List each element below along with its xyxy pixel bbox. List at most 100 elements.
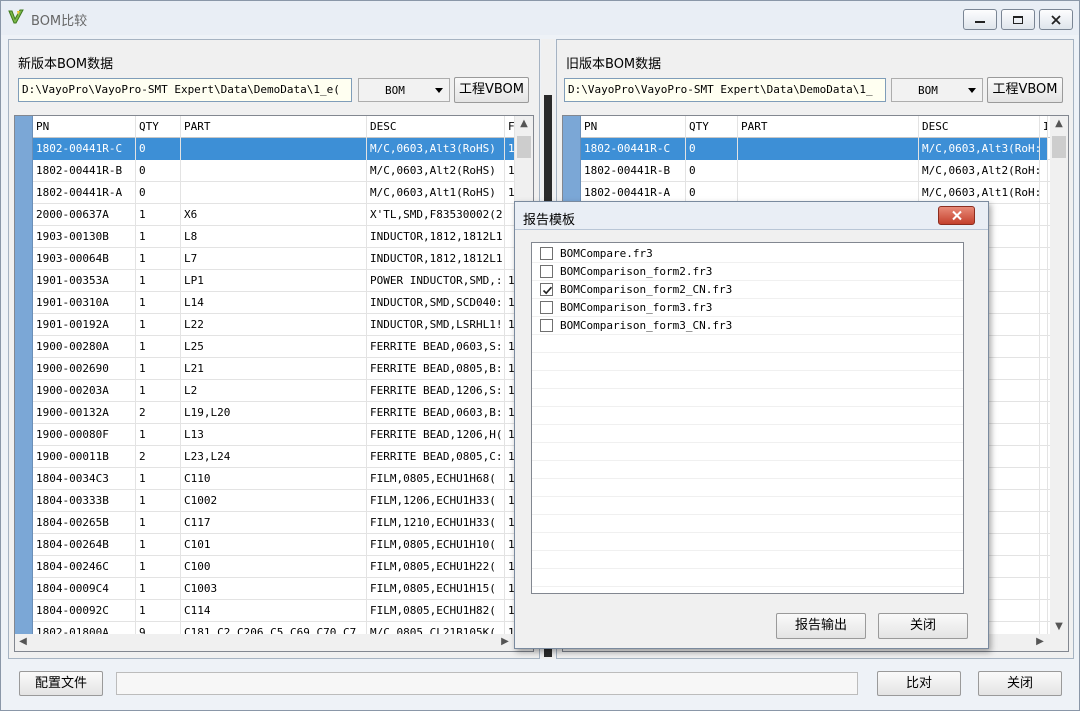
- cell-part[interactable]: C101: [181, 534, 367, 556]
- cell-i[interactable]: [1040, 490, 1048, 512]
- table-row[interactable]: 1804-00264B 1 C101 FILM,0805,ECHU1H10(1: [15, 534, 515, 556]
- old-bom-path-field[interactable]: D:\VayoPro\VayoPro-SMT Expert\Data\DemoD…: [564, 78, 886, 102]
- cell-qty[interactable]: 0: [136, 138, 181, 160]
- cell-part[interactable]: L23,L24: [181, 446, 367, 468]
- cell-desc[interactable]: M/C,0603,Alt2(RoH:: [919, 160, 1040, 182]
- row-indicator[interactable]: [15, 226, 33, 248]
- table-row[interactable]: 1900-00203A 1 L2 FERRITE BEAD,1206,S: 1: [15, 380, 515, 402]
- table-row[interactable]: 1901-00310A 1 L14 INDUCTOR,SMD,SCD040: 1: [15, 292, 515, 314]
- table-row[interactable]: 1804-0034C3 1 C110 FILM,0805,ECHU1H68(1: [15, 468, 515, 490]
- cell-part[interactable]: L7: [181, 248, 367, 270]
- table-row[interactable]: 1901-00353A 1 LP1 POWER INDUCTOR,SMD,: 1: [15, 270, 515, 292]
- row-indicator[interactable]: [15, 204, 33, 226]
- cell-i[interactable]: [1040, 226, 1048, 248]
- cell-part[interactable]: L21: [181, 358, 367, 380]
- cell-qty[interactable]: 1: [136, 314, 181, 336]
- cell-desc[interactable]: FERRITE BEAD,0603,B:: [367, 402, 505, 424]
- cell-desc[interactable]: M/C,0603,Alt2(RoHS): [367, 160, 505, 182]
- cell-i[interactable]: [1040, 204, 1048, 226]
- cell-f[interactable]: 1: [505, 138, 515, 160]
- column-header-i[interactable]: I: [1040, 116, 1048, 138]
- cell-part[interactable]: L22: [181, 314, 367, 336]
- cell-pn[interactable]: 1804-00246C: [33, 556, 136, 578]
- cell-i[interactable]: [1040, 160, 1048, 182]
- cell-desc[interactable]: POWER INDUCTOR,SMD,:: [367, 270, 505, 292]
- cell-qty[interactable]: 0: [686, 160, 738, 182]
- cell-i[interactable]: [1040, 468, 1048, 490]
- cell-qty[interactable]: 1: [136, 424, 181, 446]
- row-indicator[interactable]: [15, 424, 33, 446]
- cell-i[interactable]: [1040, 534, 1048, 556]
- cell-part[interactable]: [738, 160, 919, 182]
- cell-desc[interactable]: FERRITE BEAD,1206,H(: [367, 424, 505, 446]
- cell-qty[interactable]: 1: [136, 380, 181, 402]
- cell-desc[interactable]: FILM,1210,ECHU1H33(: [367, 512, 505, 534]
- column-header-desc[interactable]: DESC: [919, 116, 1040, 138]
- cell-pn[interactable]: 2000-00637A: [33, 204, 136, 226]
- cell-pn[interactable]: 1802-00441R-C: [581, 138, 686, 160]
- cell-i[interactable]: [1040, 358, 1048, 380]
- template-checkbox[interactable]: [540, 265, 553, 278]
- scrollbar-thumb[interactable]: [1052, 136, 1066, 158]
- cell-part[interactable]: C1002: [181, 490, 367, 512]
- column-header-desc[interactable]: DESC: [367, 116, 505, 138]
- cell-desc[interactable]: FILM,0805,ECHU1H15(: [367, 578, 505, 600]
- cell-pn[interactable]: 1802-00441R-B: [33, 160, 136, 182]
- report-export-button[interactable]: 报告输出: [776, 613, 866, 639]
- table-row[interactable]: 1903-00130B 1 L8 INDUCTOR,1812,1812L1: [15, 226, 515, 248]
- cell-part[interactable]: C1003: [181, 578, 367, 600]
- cell-qty[interactable]: 1: [136, 248, 181, 270]
- cell-desc[interactable]: FILM,0805,ECHU1H82(: [367, 600, 505, 622]
- table-row[interactable]: 1804-00333B 1 C1002 FILM,1206,ECHU1H33(1: [15, 490, 515, 512]
- cell-qty[interactable]: 1: [136, 204, 181, 226]
- row-indicator[interactable]: [15, 446, 33, 468]
- new-bom-path-field[interactable]: D:\VayoPro\VayoPro-SMT Expert\Data\DemoD…: [18, 78, 352, 102]
- table-row[interactable]: 1804-00265B 1 C117 FILM,1210,ECHU1H33(1: [15, 512, 515, 534]
- template-checkbox[interactable]: [540, 247, 553, 260]
- cell-pn[interactable]: 1901-00192A: [33, 314, 136, 336]
- table-row[interactable]: 1903-00064B 1 L7 INDUCTOR,1812,1812L1: [15, 248, 515, 270]
- cell-qty[interactable]: 1: [136, 336, 181, 358]
- new-bom-grid[interactable]: PN QTY PART DESC F 1802-00441R-C 0 M/C,0603,Alt…: [14, 115, 534, 652]
- cell-desc[interactable]: INDUCTOR,SMD,LSRHL1!: [367, 314, 505, 336]
- cell-qty[interactable]: 0: [136, 182, 181, 204]
- cell-i[interactable]: [1040, 446, 1048, 468]
- row-indicator[interactable]: [15, 138, 33, 160]
- cell-pn[interactable]: 1903-00064B: [33, 248, 136, 270]
- row-indicator[interactable]: [15, 314, 33, 336]
- row-indicator[interactable]: [15, 336, 33, 358]
- close-main-button[interactable]: 关闭: [978, 671, 1062, 696]
- row-indicator[interactable]: [15, 578, 33, 600]
- minimize-button[interactable]: [963, 9, 997, 30]
- cell-part[interactable]: X6: [181, 204, 367, 226]
- template-checkbox[interactable]: [540, 301, 553, 314]
- old-engineering-vbom-button[interactable]: 工程VBOM: [987, 77, 1063, 103]
- column-header-qty[interactable]: QTY: [686, 116, 738, 138]
- cell-i[interactable]: [1040, 138, 1048, 160]
- cell-i[interactable]: [1040, 182, 1048, 204]
- scrollbar-thumb[interactable]: [517, 136, 531, 158]
- column-header-part[interactable]: PART: [181, 116, 367, 138]
- cell-desc[interactable]: X'TL,SMD,F83530002(2: [367, 204, 505, 226]
- cell-desc[interactable]: M/C,0603,Alt3(RoH:: [919, 138, 1040, 160]
- cell-pn[interactable]: 1804-00265B: [33, 512, 136, 534]
- scroll-right-arrow-icon[interactable]: ▶: [1034, 636, 1046, 647]
- table-row[interactable]: 1802-00441R-B 0 M/C,0603,Alt2(RoHS) 1: [15, 160, 515, 182]
- cell-i[interactable]: [1040, 578, 1048, 600]
- cell-f[interactable]: 1: [505, 160, 515, 182]
- row-indicator[interactable]: [15, 160, 33, 182]
- cell-pn[interactable]: 1802-00441R-A: [33, 182, 136, 204]
- row-indicator[interactable]: [15, 534, 33, 556]
- row-indicator[interactable]: [15, 182, 33, 204]
- cell-qty[interactable]: 0: [136, 160, 181, 182]
- cell-part[interactable]: [181, 182, 367, 204]
- list-item[interactable]: BOMCompare.fr3: [532, 245, 963, 263]
- row-indicator[interactable]: [15, 292, 33, 314]
- dialog-close-action-button[interactable]: 关闭: [878, 613, 968, 639]
- vertical-scrollbar[interactable]: ▲▼: [1050, 116, 1068, 634]
- dialog-close-button[interactable]: [938, 206, 975, 225]
- cell-desc[interactable]: FERRITE BEAD,1206,S:: [367, 380, 505, 402]
- cell-part[interactable]: [181, 138, 367, 160]
- cell-part[interactable]: L2: [181, 380, 367, 402]
- cell-pn[interactable]: 1903-00130B: [33, 226, 136, 248]
